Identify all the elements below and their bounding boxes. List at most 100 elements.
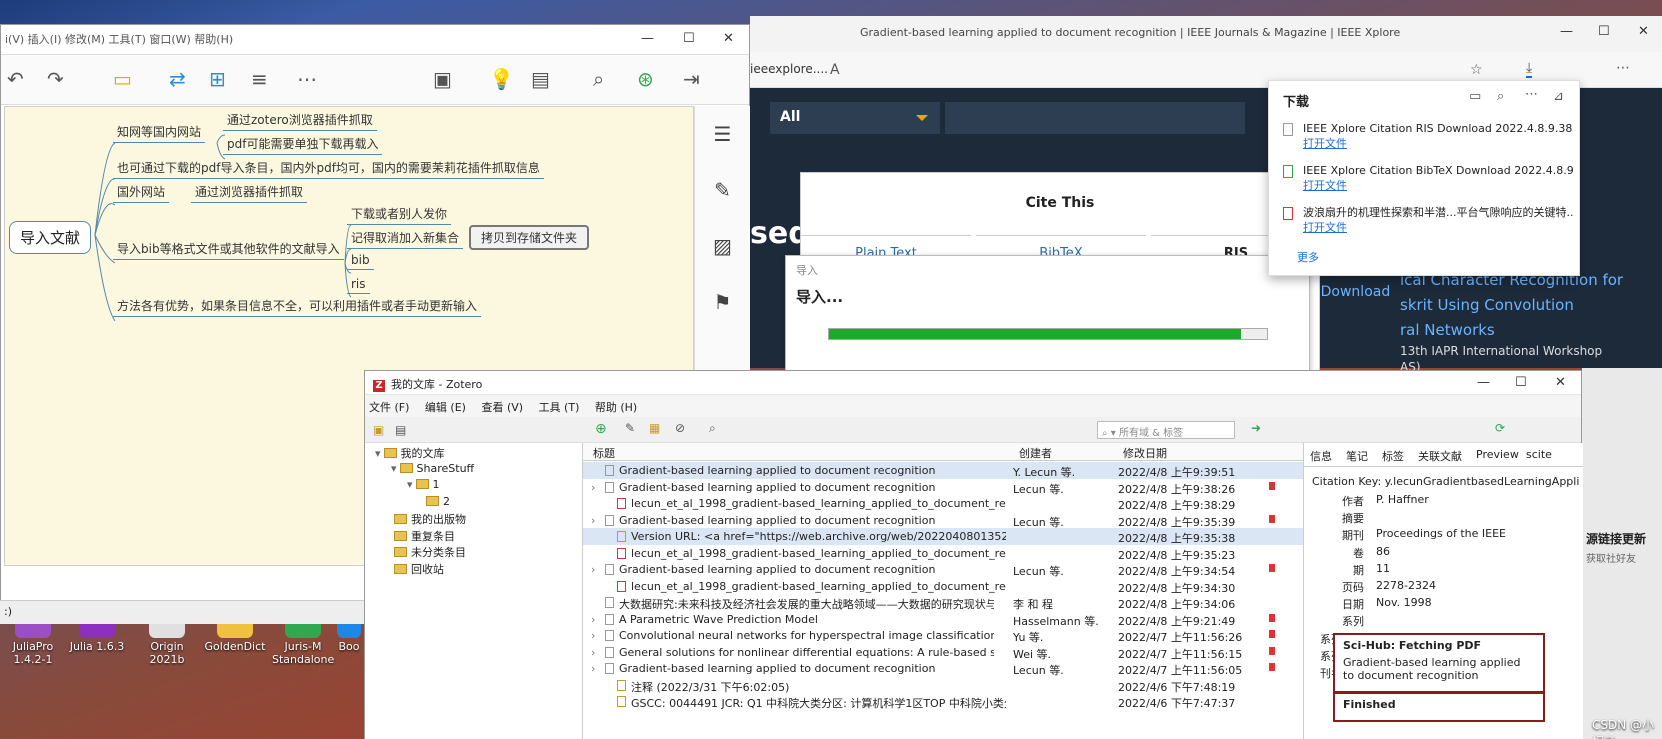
zotero-minimize[interactable]: — bbox=[1477, 375, 1490, 390]
collection-item[interactable]: 回收站 bbox=[391, 561, 444, 577]
more-icon[interactable]: ⋯ bbox=[297, 67, 317, 91]
expand-arrow-icon[interactable]: ▾ bbox=[407, 478, 413, 491]
node-foreign-sites[interactable]: 国外网站 bbox=[113, 183, 170, 203]
boundary-icon[interactable]: ≡ bbox=[251, 67, 268, 91]
menu-view[interactable]: 查看 (V) bbox=[481, 401, 523, 414]
new-item-icon[interactable]: ⊕ bbox=[595, 421, 607, 437]
attachment-row[interactable]: lecun_et_al_1998_gradient-based_learning… bbox=[583, 545, 1303, 562]
open-file-link[interactable]: 打开文件 bbox=[1303, 220, 1573, 235]
expand-arrow-icon[interactable]: › bbox=[591, 646, 595, 659]
locate-icon[interactable]: ⌕ bbox=[709, 421, 716, 436]
sync-icon[interactable]: ⟳ bbox=[1495, 421, 1505, 435]
new-note-icon[interactable]: ▦ bbox=[649, 421, 660, 435]
menu-tools[interactable]: 工具 (T) bbox=[539, 401, 580, 414]
flag-icon[interactable]: ⚑ bbox=[695, 290, 750, 314]
share-icon[interactable]: ⊛ bbox=[637, 67, 654, 91]
bulb-icon[interactable]: 💡 bbox=[489, 67, 514, 91]
tab-scite[interactable]: scite bbox=[1526, 448, 1552, 461]
new-collection-icon[interactable]: ▣ bbox=[373, 423, 384, 437]
node-pdf-download[interactable]: pdf可能需要单独下载再载入 bbox=[223, 135, 383, 155]
field-value[interactable]: 2278-2324 bbox=[1376, 579, 1436, 592]
attachment-row[interactable]: 注释 (2022/3/31 下午6:02:05) 2022/4/6 下午7:48:… bbox=[583, 677, 1303, 694]
expand-arrow-icon[interactable]: › bbox=[591, 563, 595, 576]
menu-edit[interactable]: 编辑 (E) bbox=[425, 401, 466, 414]
favorites-icon[interactable]: ☆ bbox=[1470, 62, 1483, 78]
menu-help[interactable]: 帮助 (H) bbox=[595, 401, 637, 414]
tab-info[interactable]: 信息 bbox=[1310, 448, 1332, 464]
collection-item[interactable]: ▾ ShareStuff bbox=[391, 462, 474, 475]
expand-arrow-icon[interactable]: › bbox=[591, 662, 595, 675]
col-date[interactable]: 修改日期 bbox=[1123, 445, 1167, 461]
collection-item[interactable]: 我的出版物 bbox=[391, 511, 466, 527]
undo-icon[interactable]: ↶ bbox=[7, 67, 24, 91]
export-icon[interactable]: ⇥ bbox=[683, 67, 700, 91]
col-creator[interactable]: 创建者 bbox=[1019, 445, 1052, 461]
search-scope-select[interactable]: All bbox=[770, 102, 940, 134]
style-icon[interactable]: ▭ bbox=[113, 67, 132, 91]
node-advantages[interactable]: 方法各有优势，如果条目信息不全，可以利用插件或者手动更新输入 bbox=[113, 297, 482, 317]
table-row[interactable]: 大数据研究:未来科技及经济社会发展的重大战略领域——大数据的研究现状与... 李 … bbox=[583, 594, 1303, 611]
redo-icon[interactable]: ↷ bbox=[47, 67, 64, 91]
field-value[interactable]: 11 bbox=[1376, 562, 1390, 575]
expand-arrow-icon[interactable]: › bbox=[591, 514, 595, 527]
add-by-identifier-icon[interactable]: ✎ bbox=[625, 421, 635, 435]
node-uncheck-collection[interactable]: 记得取消加入新集合 bbox=[347, 229, 464, 249]
attachment-row[interactable]: Version URL: <a href="https://web.archiv… bbox=[583, 528, 1303, 545]
node-download-or-send[interactable]: 下载或者别人发你 bbox=[347, 205, 452, 225]
sync-arrow-icon[interactable]: ➜ bbox=[1251, 421, 1261, 435]
new-library-icon[interactable]: ▤ bbox=[395, 423, 406, 437]
attachment-row[interactable]: GSCC: 0044491 JCR: Q1 中科院大类分区: 计算机科学1区TO… bbox=[583, 693, 1303, 710]
field-value[interactable]: P. Haffner bbox=[1376, 493, 1429, 506]
download-button[interactable]: ⤓ Download bbox=[1310, 284, 1390, 300]
outline-icon[interactable]: ▤ bbox=[531, 67, 550, 91]
attachment-row[interactable]: lecun_et_al_1998_gradient-based_learning… bbox=[583, 495, 1303, 512]
expand-arrow-icon[interactable]: › bbox=[591, 481, 595, 494]
image-icon[interactable]: ▨ bbox=[695, 234, 750, 258]
collection-item[interactable]: ▾ 1 bbox=[407, 478, 440, 491]
table-row[interactable]: › General solutions for nonlinear differe… bbox=[583, 644, 1303, 661]
field-value[interactable]: Nov. 1998 bbox=[1376, 596, 1432, 609]
pdf-indicator-icon[interactable] bbox=[1269, 514, 1275, 523]
node-bib-import[interactable]: 导入bib等格式文件或其他软件的文献导入 bbox=[113, 240, 344, 260]
node-pdf-import[interactable]: 也可通过下载的pdf导入条目，国内外pdf均可，国内的需要茉莉花插件抓取信息 bbox=[113, 159, 544, 179]
search-icon[interactable]: ⌕ bbox=[1497, 89, 1504, 104]
pdf-indicator-icon[interactable] bbox=[1269, 663, 1275, 671]
menu-file[interactable]: 文件 (F) bbox=[369, 401, 409, 414]
menu-icon[interactable]: ⋯ bbox=[1616, 60, 1630, 76]
zotero-search-input[interactable]: ⌕ ▾ 所有域 & 标签 bbox=[1097, 421, 1235, 439]
col-title[interactable]: 标题 bbox=[593, 445, 615, 461]
format-brush-icon[interactable]: ✎ bbox=[695, 178, 750, 202]
ieee-search-input[interactable] bbox=[945, 102, 1245, 134]
collection-item[interactable]: 重复条目 bbox=[391, 528, 455, 544]
pdf-indicator-icon[interactable] bbox=[1269, 613, 1275, 622]
expand-arrow-icon[interactable]: › bbox=[591, 613, 595, 626]
more-icon[interactable]: ⋯ bbox=[1525, 87, 1538, 102]
more-downloads-link[interactable]: 更多 bbox=[1297, 249, 1319, 265]
pdf-indicator-icon[interactable] bbox=[1269, 564, 1275, 572]
collection-item[interactable]: ▾ 我的文库 bbox=[375, 445, 445, 461]
outline-panel-icon[interactable]: ☰ bbox=[695, 122, 750, 146]
tab-notes[interactable]: 笔记 bbox=[1346, 448, 1368, 464]
minimize-button[interactable]: — bbox=[641, 31, 654, 46]
search-icon[interactable]: ⌕ bbox=[593, 67, 604, 91]
field-value[interactable]: 86 bbox=[1376, 545, 1390, 558]
tab-related[interactable]: 关联文献 bbox=[1418, 448, 1462, 464]
download-item[interactable]: 波浪扇升的机理性探索和半潜...平台气隙响应的关键特... 打开文件 bbox=[1283, 205, 1573, 235]
zotero-maximize[interactable]: ☐ bbox=[1515, 375, 1527, 390]
presentation-icon[interactable]: ▣ bbox=[433, 67, 452, 91]
node-domestic-sites[interactable]: 知网等国内网站 bbox=[113, 123, 206, 143]
node-copy-to-storage[interactable]: 拷贝到存储文件夹 bbox=[469, 225, 590, 250]
open-file-link[interactable]: 打开文件 bbox=[1303, 136, 1573, 151]
summary-icon[interactable]: ⊞ bbox=[209, 67, 226, 91]
expand-arrow-icon[interactable]: ▾ bbox=[391, 462, 397, 475]
tab-preview[interactable]: Preview bbox=[1476, 448, 1519, 461]
node-ris[interactable]: ris bbox=[347, 277, 370, 294]
pdf-indicator-icon[interactable] bbox=[1269, 646, 1275, 655]
download-item[interactable]: IEEE Xplore Citation RIS Download 2022.4… bbox=[1283, 121, 1573, 151]
expand-arrow-icon[interactable]: › bbox=[591, 629, 595, 642]
node-bib[interactable]: bib bbox=[347, 253, 374, 270]
folder-icon[interactable]: ▭ bbox=[1469, 89, 1481, 104]
open-file-link[interactable]: 打开文件 bbox=[1303, 178, 1573, 193]
maximize-button[interactable]: ☐ bbox=[683, 31, 695, 46]
zotero-close[interactable]: ✕ bbox=[1555, 375, 1566, 390]
